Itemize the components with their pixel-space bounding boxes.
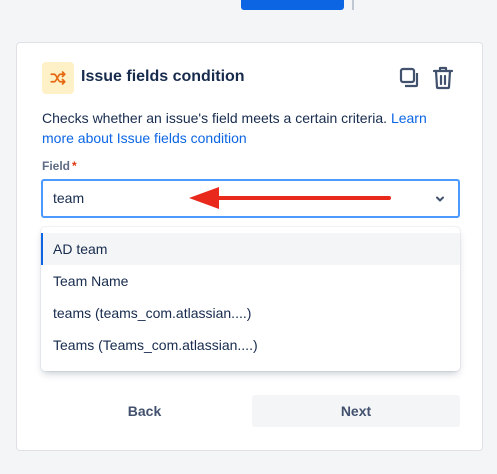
trash-icon xyxy=(432,66,454,90)
copy-icon xyxy=(399,67,419,88)
back-button[interactable]: Back xyxy=(41,395,248,427)
field-select-value[interactable]: team xyxy=(53,190,84,206)
chevron-down-icon[interactable] xyxy=(434,193,446,205)
top-divider xyxy=(352,0,354,10)
copy-button[interactable] xyxy=(397,65,423,91)
top-primary-button[interactable] xyxy=(241,0,344,10)
dropdown-option[interactable]: teams (teams_com.atlassian....) xyxy=(41,297,460,329)
dropdown-option[interactable]: AD team xyxy=(41,233,460,265)
annotation-arrow-icon xyxy=(189,187,391,209)
delete-button[interactable] xyxy=(430,65,456,91)
field-label-text: Field xyxy=(42,159,71,173)
next-button[interactable]: Next xyxy=(252,395,460,427)
shuffle-icon xyxy=(42,62,74,94)
panel-title: Issue fields condition xyxy=(81,68,245,85)
dropdown-option[interactable]: Teams (Teams_com.atlassian....) xyxy=(41,329,460,361)
issue-fields-condition-panel: Issue fields condition Checks whether an… xyxy=(16,42,483,451)
condition-description: Checks whether an issue's field meets a … xyxy=(42,108,462,148)
field-label: Field * xyxy=(42,159,77,173)
dropdown-option[interactable]: Team Name xyxy=(41,265,460,297)
required-marker: * xyxy=(72,159,77,173)
field-dropdown-menu: AD team Team Name teams (teams_com.atlas… xyxy=(41,227,460,371)
description-text: Checks whether an issue's field meets a … xyxy=(42,110,388,126)
